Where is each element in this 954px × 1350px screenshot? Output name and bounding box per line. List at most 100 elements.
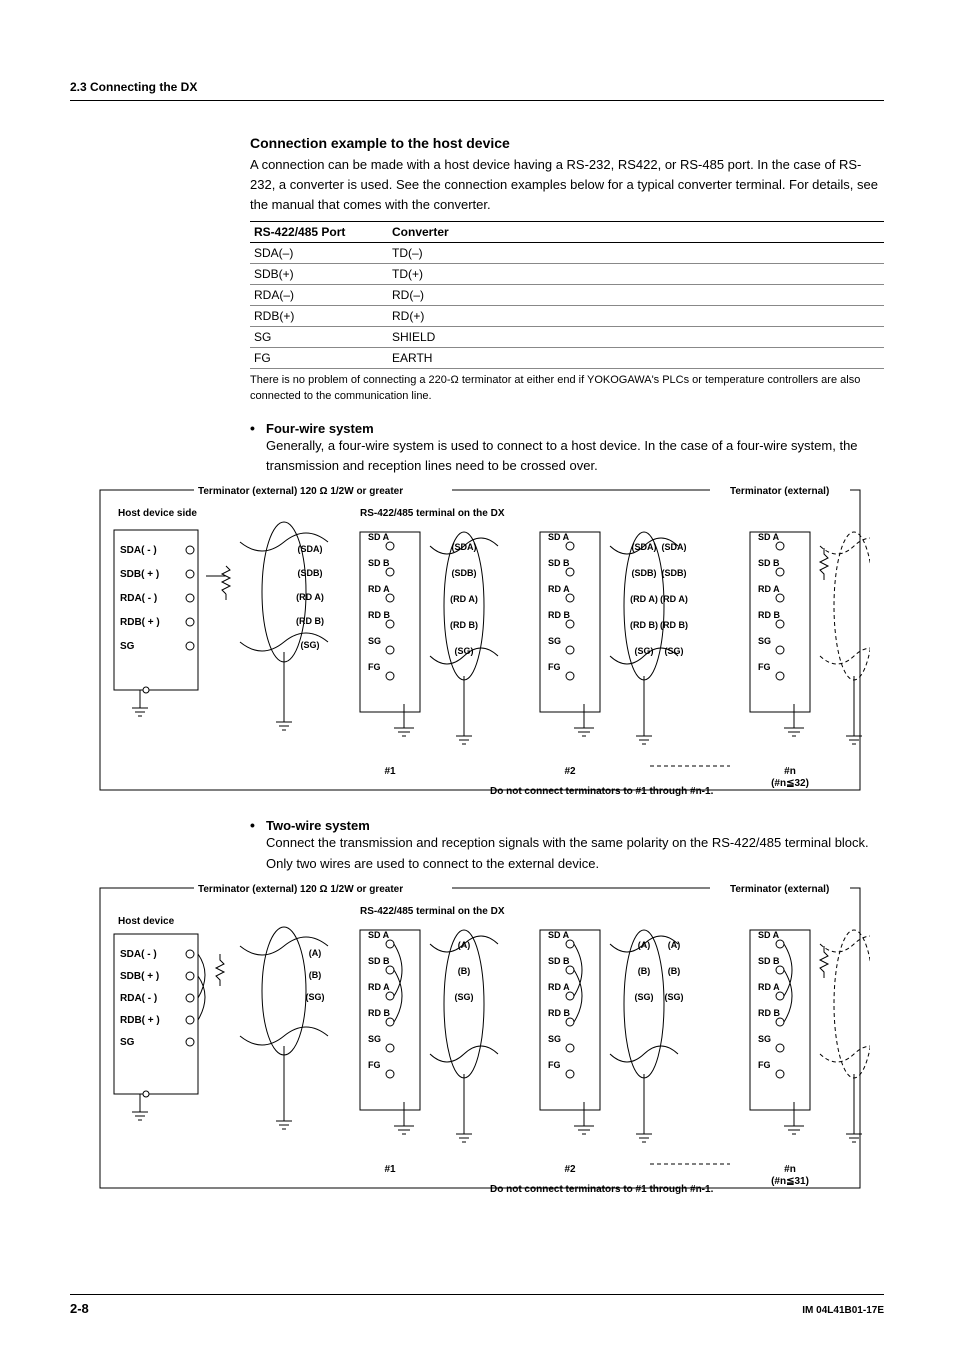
two-wire-heading: • Two-wire system: [250, 817, 884, 833]
svg-text:(RD A): (RD A): [660, 594, 688, 604]
svg-text:Do not connect terminators to: Do not connect terminators to #1 through…: [490, 786, 714, 796]
svg-text:(A): (A): [309, 948, 322, 958]
svg-text:FG: FG: [758, 662, 771, 672]
table-row: SGSHIELD: [250, 327, 884, 348]
svg-text:RD A: RD A: [758, 982, 780, 992]
svg-text:SG: SG: [120, 1037, 135, 1048]
svg-text:(RD A): (RD A): [296, 592, 324, 602]
svg-text:RD B: RD B: [548, 1008, 570, 1018]
svg-text:(#n≦32): (#n≦32): [771, 778, 809, 789]
table-row: SDA(–)TD(–): [250, 243, 884, 264]
svg-text:Host device: Host device: [118, 916, 175, 927]
svg-text:#n: #n: [784, 1164, 796, 1175]
svg-text:SG: SG: [758, 636, 771, 646]
svg-text:SD A: SD A: [758, 930, 780, 940]
svg-text:#1: #1: [384, 766, 396, 777]
conn-title: Connection example to the host device: [250, 135, 884, 151]
svg-text:(#n≦31): (#n≦31): [771, 1176, 809, 1187]
svg-text:SD B: SD B: [548, 956, 570, 966]
svg-text:FG: FG: [758, 1060, 771, 1070]
svg-text:#1: #1: [384, 1164, 396, 1175]
svg-text:FG: FG: [548, 662, 561, 672]
svg-text:(A): (A): [458, 940, 471, 950]
table-row: SDB(+)TD(+): [250, 264, 884, 285]
svg-text:RD A: RD A: [548, 584, 570, 594]
four-wire-diagram: Terminator (external) 120 Ω 1/2W or grea…: [250, 486, 884, 801]
svg-text:FG: FG: [368, 1060, 381, 1070]
svg-text:FG: FG: [368, 662, 381, 672]
svg-text:#2: #2: [564, 766, 576, 777]
svg-text:Terminator (external): Terminator (external): [730, 486, 829, 497]
svg-text:Terminator (external) 120 Ω 1/: Terminator (external) 120 Ω 1/2W or grea…: [198, 884, 403, 895]
svg-text:(B): (B): [638, 966, 651, 976]
four-wire-heading: • Four-wire system: [250, 420, 884, 436]
svg-text:SD B: SD B: [368, 956, 390, 966]
svg-text:RDB( + ): RDB( + ): [120, 617, 160, 628]
table-row: RDB(+)RD(+): [250, 306, 884, 327]
svg-text:RS-422/485 terminal on the DX: RS-422/485 terminal on the DX: [360, 508, 505, 519]
svg-text:(SG): (SG): [635, 992, 654, 1002]
svg-text:RD B: RD B: [368, 1008, 390, 1018]
svg-text:RS-422/485 terminal on the DX: RS-422/485 terminal on the DX: [360, 906, 505, 917]
svg-text:(SG): (SG): [665, 992, 684, 1002]
th-converter: Converter: [388, 222, 884, 243]
svg-text:(SDA): (SDA): [662, 542, 687, 552]
page-footer: 2-8 IM 04L41B01-17E: [70, 1294, 884, 1316]
svg-text:(SDA): (SDA): [298, 544, 323, 554]
four-wire-paragraph: Generally, a four-wire system is used to…: [266, 436, 884, 476]
svg-text:SD B: SD B: [758, 956, 780, 966]
svg-text:RDB( + ): RDB( + ): [120, 1015, 160, 1026]
svg-text:(SG): (SG): [665, 646, 684, 656]
two-wire-paragraph: Connect the transmission and reception s…: [266, 833, 884, 873]
svg-text:RD A: RD A: [368, 584, 390, 594]
svg-text:(A): (A): [638, 940, 651, 950]
svg-text:SD B: SD B: [548, 558, 570, 568]
svg-text:RDA( - ): RDA( - ): [120, 993, 157, 1004]
document-id: IM 04L41B01-17E: [802, 1305, 884, 1316]
svg-text:FG: FG: [548, 1060, 561, 1070]
svg-text:(B): (B): [668, 966, 681, 976]
svg-text:(B): (B): [458, 966, 471, 976]
svg-text:SD B: SD B: [368, 558, 390, 568]
svg-text:Terminator (external): Terminator (external): [730, 884, 829, 895]
svg-text:SG: SG: [758, 1034, 771, 1044]
svg-text:#n: #n: [784, 766, 796, 777]
svg-text:RD B: RD B: [758, 1008, 780, 1018]
svg-text:RDA( - ): RDA( - ): [120, 593, 157, 604]
svg-text:(RD A): (RD A): [630, 594, 658, 604]
svg-text:(SDB): (SDB): [298, 568, 323, 578]
svg-text:(RD B): (RD B): [450, 620, 478, 630]
conn-paragraph: A connection can be made with a host dev…: [250, 155, 884, 215]
svg-text:(SDA): (SDA): [632, 542, 657, 552]
table-row: RDA(–)RD(–): [250, 285, 884, 306]
svg-text:(B): (B): [309, 970, 322, 980]
svg-text:RD B: RD B: [368, 610, 390, 620]
svg-text:SDA( - ): SDA( - ): [120, 949, 157, 960]
svg-text:Terminator (external) 120 Ω 1/: Terminator (external) 120 Ω 1/2W or grea…: [198, 486, 403, 497]
svg-text:(SG): (SG): [635, 646, 654, 656]
svg-text:(RD B): (RD B): [296, 616, 324, 626]
svg-text:SD A: SD A: [548, 532, 570, 542]
svg-text:SD A: SD A: [368, 930, 390, 940]
svg-text:SG: SG: [548, 1034, 561, 1044]
two-wire-diagram: Terminator (external) 120 Ω 1/2W or grea…: [250, 884, 884, 1199]
svg-text:(RD B): (RD B): [630, 620, 658, 630]
svg-text:(SG): (SG): [306, 992, 325, 1002]
svg-text:(RD B): (RD B): [660, 620, 688, 630]
svg-text:(A): (A): [668, 940, 681, 950]
svg-text:SDA( - ): SDA( - ): [120, 545, 157, 556]
svg-text:(SDB): (SDB): [452, 568, 477, 578]
port-mapping-table: RS-422/485 Port Converter SDA(–)TD(–) SD…: [250, 221, 884, 369]
bullet-icon: •: [250, 420, 266, 436]
svg-text:Host device side: Host device side: [118, 508, 197, 519]
svg-text:RD B: RD B: [548, 610, 570, 620]
svg-text:(SDA): (SDA): [452, 542, 477, 552]
svg-text:(SDB): (SDB): [662, 568, 687, 578]
svg-text:SDB( + ): SDB( + ): [120, 569, 159, 580]
page-number: 2-8: [70, 1301, 89, 1316]
svg-text:(SG): (SG): [301, 640, 320, 650]
bullet-icon: •: [250, 817, 266, 833]
svg-text:SD A: SD A: [758, 532, 780, 542]
svg-text:SD B: SD B: [758, 558, 780, 568]
table-note: There is no problem of connecting a 220-…: [250, 373, 884, 404]
